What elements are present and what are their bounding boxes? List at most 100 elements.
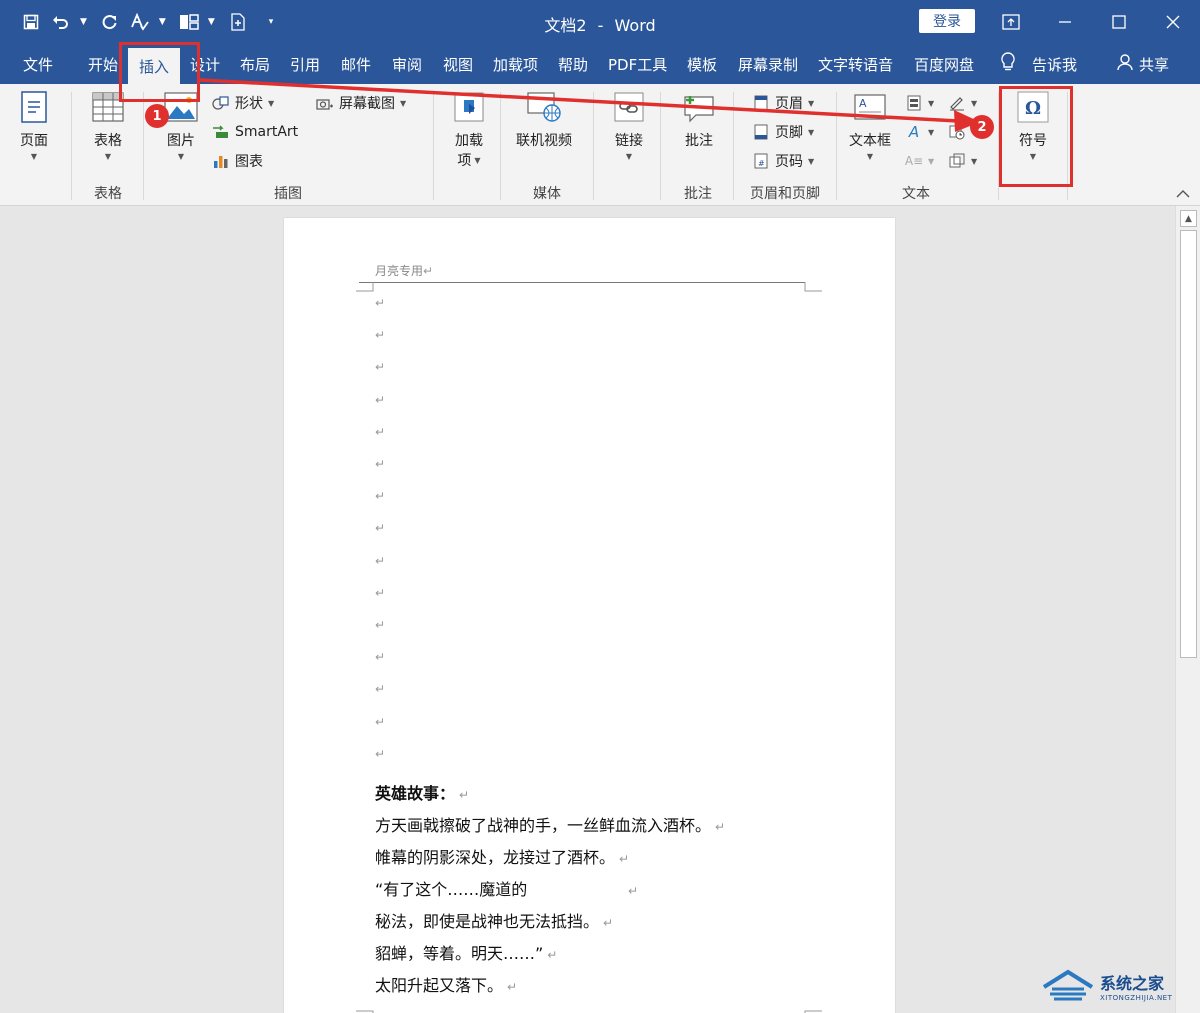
- addins-label-line2: 项: [457, 153, 472, 169]
- comment-label: 批注: [685, 133, 713, 149]
- paragraph-mark: ↵: [375, 392, 386, 407]
- shapes-button[interactable]: 形状 ▼: [212, 91, 274, 115]
- undo-dropdown-icon[interactable]: ▼: [80, 17, 87, 27]
- paragraph-mark: ↵: [619, 852, 630, 866]
- document-name: 文档2: [544, 16, 587, 35]
- tab-screen-record[interactable]: 屏幕录制: [738, 44, 798, 84]
- app-name: Word: [614, 16, 656, 35]
- tab-baidu-netdisk[interactable]: 百度网盘: [914, 44, 974, 84]
- spelling-dropdown-icon[interactable]: ▼: [159, 17, 166, 27]
- minimize-icon[interactable]: [1038, 0, 1092, 44]
- link-icon: [611, 90, 647, 124]
- tell-me-button[interactable]: 告诉我: [1000, 44, 1077, 84]
- body-line[interactable]: 太阳升起又落下。 ↵: [375, 972, 517, 996]
- date-time-button[interactable]: [948, 120, 971, 144]
- document-page[interactable]: 月亮专用↵ ↵ ↵ ↵ ↵ ↵ ↵ ↵ ↵ ↵ ↵ ↵ ↵ ↵ ↵ ↵ 英雄故事： ↵ 方天画戟擦破了战神的手…: [284, 218, 895, 1013]
- tab-addins[interactable]: 加载项: [493, 44, 538, 84]
- vertical-scrollbar[interactable]: ▲: [1175, 206, 1200, 1013]
- paragraph-mark: ↵: [375, 553, 386, 568]
- group-separator: [500, 92, 501, 200]
- body-line[interactable]: 帷幕的阴影深处，龙接过了酒杯。 ↵: [375, 844, 629, 868]
- page-number-label: 页码: [775, 154, 803, 170]
- body-line[interactable]: 貂蝉，等着。明天……” ↵: [375, 940, 557, 964]
- tab-text-to-speech[interactable]: 文字转语音: [818, 44, 893, 84]
- tab-review[interactable]: 审阅: [392, 44, 422, 84]
- undo-icon[interactable]: [48, 8, 74, 36]
- tab-view[interactable]: 视图: [443, 44, 473, 84]
- page-icon: [16, 90, 52, 124]
- ribbon-display-options-icon[interactable]: [984, 0, 1038, 44]
- link-button[interactable]: 链接 ▼: [611, 90, 647, 161]
- tab-templates[interactable]: 模板: [687, 44, 717, 84]
- shapes-icon: [212, 94, 230, 112]
- save-icon[interactable]: [18, 8, 44, 36]
- body-line[interactable]: 方天画戟擦破了战神的手，一丝鲜血流入酒杯。 ↵: [375, 812, 725, 836]
- lightbulb-icon: [1000, 52, 1016, 76]
- house-logo-icon: [1042, 969, 1094, 1001]
- document-canvas: 月亮专用↵ ↵ ↵ ↵ ↵ ↵ ↵ ↵ ↵ ↵ ↵ ↵ ↵ ↵ ↵ ↵ 英雄故事： ↵ 方天画戟擦破了战神的手…: [0, 206, 1175, 1013]
- paragraph-mark: ↵: [547, 948, 558, 962]
- body-line[interactable]: 秘法，即使是战神也无法抵挡。 ↵: [375, 908, 613, 932]
- signature-line-button[interactable]: ▼: [948, 91, 977, 115]
- highlight-box-symbol-button: [999, 86, 1073, 187]
- paragraph-mark: ↵: [375, 521, 386, 536]
- scroll-thumb[interactable]: [1180, 230, 1197, 658]
- redo-icon[interactable]: [97, 8, 123, 36]
- tab-mailings[interactable]: 邮件: [341, 44, 371, 84]
- pages-button[interactable]: 页面 ▼: [16, 90, 52, 161]
- share-button[interactable]: 共享: [1117, 44, 1169, 84]
- pages-dropdown-icon: ▼: [30, 152, 38, 161]
- drop-cap-dropdown-icon: ▼: [928, 156, 935, 166]
- tab-references[interactable]: 引用: [290, 44, 320, 84]
- page-number-icon: #: [752, 152, 770, 170]
- layout-icon[interactable]: [176, 8, 202, 36]
- tab-file[interactable]: 文件: [23, 44, 53, 84]
- group-separator: [433, 92, 434, 200]
- wordart-dropdown-icon: ▼: [928, 127, 935, 137]
- link-dropdown-icon: ▼: [625, 152, 633, 161]
- chart-icon: [212, 152, 230, 170]
- signature-line-dropdown-icon: ▼: [971, 98, 978, 108]
- tab-layout[interactable]: 布局: [240, 44, 270, 84]
- paragraph-mark: ↵: [715, 820, 726, 834]
- layout-dropdown-icon[interactable]: ▼: [208, 17, 215, 27]
- collapse-ribbon-icon[interactable]: [1176, 188, 1190, 202]
- page-header-text[interactable]: 月亮专用↵: [375, 262, 433, 279]
- tab-home[interactable]: 开始: [88, 44, 118, 84]
- group-separator: [836, 92, 837, 200]
- step-badge-2: 2: [970, 115, 994, 139]
- screenshot-dropdown-icon: ▼: [400, 98, 407, 108]
- comment-button[interactable]: 批注: [681, 90, 717, 150]
- object-icon: [948, 152, 966, 170]
- maximize-icon[interactable]: [1092, 0, 1146, 44]
- spelling-icon[interactable]: [127, 8, 153, 36]
- svg-text:A: A: [859, 97, 867, 110]
- scroll-up-icon[interactable]: ▲: [1180, 210, 1197, 227]
- addins-button[interactable]: 加载 项 ▼: [451, 90, 487, 170]
- customize-toolbar-icon[interactable]: ▾: [269, 17, 274, 27]
- smartart-button[interactable]: SmartArt: [212, 120, 298, 144]
- body-line[interactable]: “有了这个……魔道的 ↵: [375, 876, 638, 900]
- object-dropdown-icon: ▼: [971, 156, 978, 166]
- login-button[interactable]: 登录: [919, 9, 975, 33]
- object-button[interactable]: ▼: [948, 149, 977, 173]
- new-document-icon[interactable]: [225, 8, 251, 36]
- close-icon[interactable]: [1146, 0, 1200, 44]
- tab-pdf-tools[interactable]: PDF工具: [608, 44, 667, 84]
- footer-button[interactable]: 页脚 ▼: [752, 120, 814, 144]
- online-video-button[interactable]: 联机视频: [516, 90, 572, 150]
- header-button[interactable]: 页眉 ▼: [752, 91, 814, 115]
- quick-parts-button[interactable]: ▼: [905, 91, 934, 115]
- body-line[interactable]: 英雄故事： ↵: [375, 780, 469, 804]
- chart-button[interactable]: 图表: [212, 149, 263, 173]
- drop-cap-button: A≡ ▼: [905, 149, 934, 173]
- group-separator: [71, 92, 72, 200]
- wordart-button[interactable]: A ▼: [905, 120, 934, 144]
- header-content: 月亮专用: [375, 264, 424, 278]
- textbox-button[interactable]: A 文本框 ▼: [849, 90, 891, 161]
- tab-help[interactable]: 帮助: [558, 44, 588, 84]
- page-number-button[interactable]: # 页码 ▼: [752, 149, 814, 173]
- picture-dropdown-icon: ▼: [177, 152, 185, 161]
- screenshot-button[interactable]: 屏幕截图 ▼: [316, 91, 406, 115]
- table-label: 表格: [94, 133, 122, 149]
